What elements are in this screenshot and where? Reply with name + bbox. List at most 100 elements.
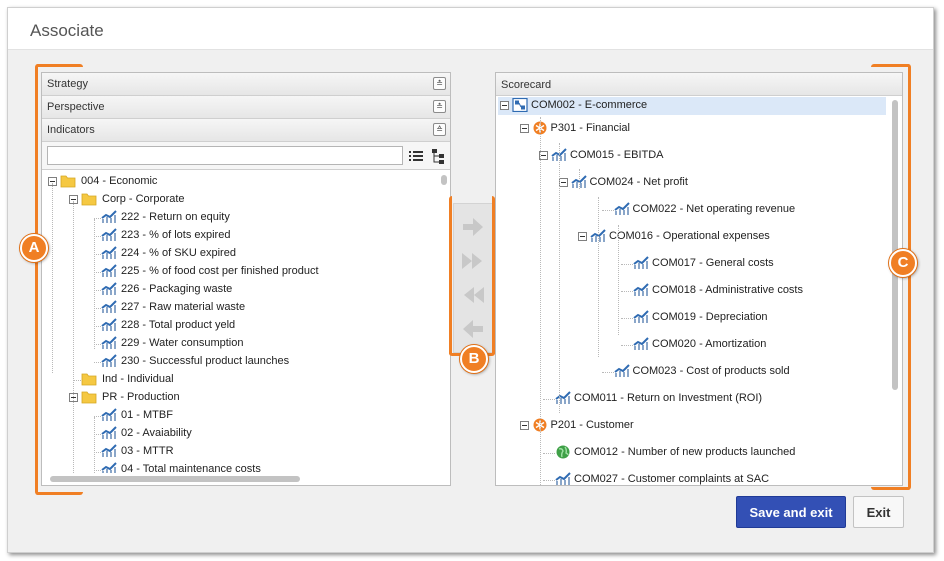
callout-bracket-b xyxy=(449,196,495,356)
tree-node[interactable]: P201 - Customer xyxy=(498,412,886,439)
indicator-search-input[interactable] xyxy=(47,146,403,165)
tree-node[interactable]: COM024 - Net profit xyxy=(498,169,886,196)
tree-node[interactable]: PR - Production xyxy=(46,389,438,407)
tree-node[interactable]: COM011 - Return on Investment (ROI) xyxy=(498,385,886,412)
tree-node[interactable]: 228 - Total product yeld xyxy=(46,317,438,335)
indicator-chart-icon xyxy=(633,256,649,270)
tree-node-label: P201 - Customer xyxy=(550,419,634,431)
tree-connector xyxy=(94,326,101,327)
tree-view-icon[interactable] xyxy=(430,148,446,164)
indicator-chart-icon xyxy=(101,228,117,242)
callout-a-badge: A xyxy=(20,234,48,262)
tree-connector xyxy=(94,344,101,345)
tree-node[interactable]: COM017 - General costs xyxy=(498,250,886,277)
tree-connector xyxy=(94,254,101,255)
tree-node-label: 224 - % of SKU expired xyxy=(121,247,236,259)
tree-node[interactable]: COM027 - Customer complaints at SAC xyxy=(498,466,886,485)
collapse-node-icon[interactable] xyxy=(578,232,587,241)
tree-connector xyxy=(94,308,101,309)
tree-node-label: 227 - Raw material waste xyxy=(121,301,246,313)
accordion-strategy[interactable]: Strategy ≛ xyxy=(42,73,450,96)
tree-connector xyxy=(94,416,101,417)
tree-node-label: COM018 - Administrative costs xyxy=(652,284,803,296)
tree-node-label: 226 - Packaging waste xyxy=(121,283,233,295)
tree-node[interactable]: 004 - Economic xyxy=(46,173,438,191)
indicator-tree-horizontal-scrollbar[interactable] xyxy=(50,476,300,482)
tree-connector xyxy=(94,272,101,273)
tree-node[interactable]: Corp - Corporate xyxy=(46,191,438,209)
tree-node[interactable]: 229 - Water consumption xyxy=(46,335,438,353)
indicator-chart-icon xyxy=(101,354,117,368)
tree-node-label: 03 - MTTR xyxy=(121,445,174,457)
tree-node-label: Corp - Corporate xyxy=(102,193,185,205)
dialog-header: Associate xyxy=(8,8,933,50)
accordion-indicators[interactable]: Indicators ≙ xyxy=(42,119,450,142)
tree-node[interactable]: 225 - % of food cost per finished produc… xyxy=(46,263,438,281)
tree-node[interactable]: COM019 - Depreciation xyxy=(498,304,886,331)
list-view-icon[interactable] xyxy=(408,148,424,164)
accordion-perspective[interactable]: Perspective ≛ xyxy=(42,96,450,119)
collapse-node-icon[interactable] xyxy=(519,124,529,133)
tree-connector xyxy=(94,452,101,453)
tree-connector xyxy=(94,434,101,435)
tree-node[interactable]: Ind - Individual xyxy=(46,371,438,389)
tree-connector xyxy=(94,290,101,291)
tree-node[interactable]: 03 - MTTR xyxy=(46,443,438,461)
tree-connector xyxy=(621,291,633,292)
tree-node[interactable]: COM002 - E-commerce xyxy=(498,97,886,115)
indicator-chart-icon xyxy=(101,246,117,260)
tree-connector xyxy=(618,225,619,335)
tree-connector xyxy=(601,372,614,373)
indicator-chart-icon xyxy=(633,283,649,297)
expand-chevron-icon[interactable]: ≛ xyxy=(433,77,446,90)
tree-node[interactable]: 227 - Raw material waste xyxy=(46,299,438,317)
tree-node-label: COM011 - Return on Investment (ROI) xyxy=(574,392,763,404)
tree-node[interactable]: 02 - Avaiability xyxy=(46,425,438,443)
tree-node-label: COM002 - E-commerce xyxy=(531,99,648,111)
tree-node[interactable]: 04 - Total maintenance costs xyxy=(46,461,438,473)
expand-chevron-icon[interactable]: ≛ xyxy=(433,100,446,113)
tree-node-label: 225 - % of food cost per finished produc… xyxy=(121,265,319,277)
tree-connector xyxy=(559,143,560,413)
tree-node[interactable]: COM020 - Amortization xyxy=(498,331,886,358)
tree-node-label: COM019 - Depreciation xyxy=(652,311,768,323)
indicator-chart-icon xyxy=(101,444,117,458)
save-and-exit-button[interactable]: Save and exit xyxy=(736,496,846,528)
tree-node[interactable]: 224 - % of SKU expired xyxy=(46,245,438,263)
collapse-node-icon[interactable] xyxy=(519,421,529,430)
tree-node-label: COM017 - General costs xyxy=(652,257,774,269)
tree-node[interactable]: COM018 - Administrative costs xyxy=(498,277,886,304)
callout-bracket-c xyxy=(871,64,911,490)
tree-node[interactable]: COM022 - Net operating revenue xyxy=(498,196,886,223)
exit-button[interactable]: Exit xyxy=(853,496,904,528)
tree-node[interactable]: 230 - Successful product launches xyxy=(46,353,438,371)
scorecard-panel: Scorecard COM002 - E-commerce P301 - Fina… xyxy=(495,72,903,486)
indicator-filter-bar xyxy=(42,142,450,170)
tree-node[interactable]: 226 - Packaging waste xyxy=(46,281,438,299)
tree-connector xyxy=(621,318,633,319)
globe-icon xyxy=(555,445,571,459)
indicator-chart-icon xyxy=(633,310,649,324)
tree-node[interactable]: 222 - Return on equity xyxy=(46,209,438,227)
tree-node[interactable]: 223 - % of lots expired xyxy=(46,227,438,245)
tree-connector xyxy=(94,236,101,237)
collapse-node-icon[interactable] xyxy=(500,101,509,110)
indicator-chart-icon xyxy=(555,391,571,405)
tree-node-label: COM024 - Net profit xyxy=(589,176,688,188)
tree-node[interactable]: 01 - MTBF xyxy=(46,407,438,425)
tree-node[interactable]: COM015 - EBITDA xyxy=(498,142,886,169)
indicator-tree-scrollbar[interactable] xyxy=(441,175,447,185)
indicator-chart-icon xyxy=(555,472,571,485)
indicator-chart-icon xyxy=(101,336,117,350)
tree-node-label: COM023 - Cost of products sold xyxy=(632,365,790,377)
collapse-chevron-icon[interactable]: ≙ xyxy=(433,123,446,136)
tree-node-label: 004 - Economic xyxy=(81,175,158,187)
tree-node[interactable]: P301 - Financial xyxy=(498,115,886,142)
tree-node-label: COM020 - Amortization xyxy=(652,338,767,350)
tree-connector xyxy=(540,117,541,485)
tree-connector xyxy=(94,362,101,363)
tree-node[interactable]: COM012 - Number of new products launched xyxy=(498,439,886,466)
tree-node[interactable]: COM023 - Cost of products sold xyxy=(498,358,886,385)
tree-node[interactable]: COM016 - Operational expenses xyxy=(498,223,886,250)
indicator-tree: 004 - Economic Corp - Corporate 222 - Retu… xyxy=(46,173,438,473)
